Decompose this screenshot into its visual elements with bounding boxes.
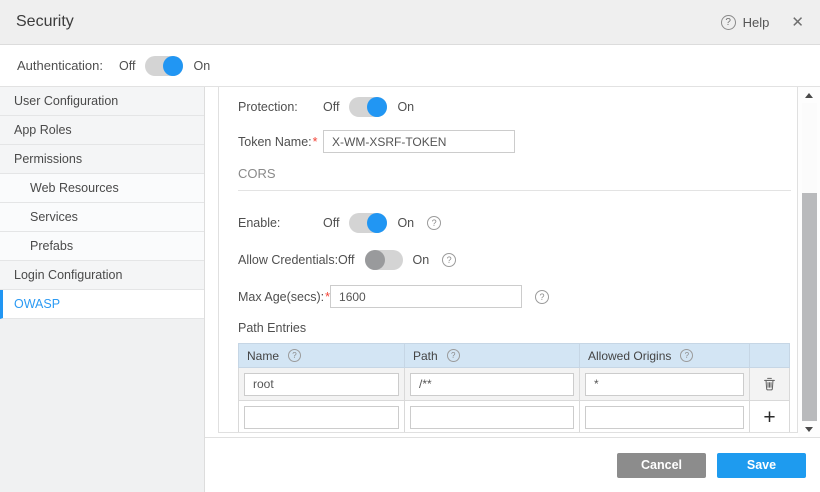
protection-row: Protection: Off On [238,97,797,117]
path-entries-table: Name? Path? Allowed Origins? [238,343,790,433]
help-icon: ? [721,15,736,30]
enable-help-icon[interactable]: ? [427,216,441,230]
sidebar-item-owasp[interactable]: OWASP [0,290,204,319]
protection-on-label: On [397,100,414,114]
cors-section-heading: CORS [238,166,797,181]
row1-path-input[interactable] [410,373,574,396]
authentication-off-label: Off [119,59,135,73]
sidebar-item-user-configuration[interactable]: User Configuration [0,87,204,116]
sidebar: User Configuration App Roles Permissions… [0,87,205,492]
allow-credentials-help-icon[interactable]: ? [442,253,456,267]
token-name-label: Token Name:* [238,135,323,149]
enable-off-label: Off [323,216,339,230]
allow-credentials-label: Allow Credentials: [238,253,338,267]
toggle-knob [367,213,387,233]
row1-name-input[interactable] [244,373,399,396]
owasp-settings-panel: Protection: Off On Token Name:* CORS [218,87,798,433]
dialog-body: User Configuration App Roles Permissions… [0,87,820,492]
main-column: Protection: Off On Token Name:* CORS [205,87,820,492]
authentication-toggle[interactable] [145,56,183,76]
sidebar-item-login-configuration[interactable]: Login Configuration [0,261,204,290]
scrollbar-thumb[interactable] [802,193,817,421]
toggle-knob [367,97,387,117]
delete-row-button[interactable] [758,372,782,396]
column-header-name: Name? [239,344,405,368]
table-row: + [239,401,790,434]
max-age-input[interactable] [330,285,522,308]
security-dialog: Security ? Help ✕ Authentication: Off On… [0,0,820,492]
max-age-help-icon[interactable]: ? [535,290,549,304]
enable-row: Enable: Off On ? [238,213,797,233]
protection-off-label: Off [323,100,339,114]
column-header-path: Path? [405,344,580,368]
scroll-down-arrow-icon[interactable] [805,427,813,432]
dialog-footer: Cancel Save [205,437,820,492]
row1-allowed-origins-input[interactable] [585,373,744,396]
table-row [239,368,790,401]
content-row: Protection: Off On Token Name:* CORS [205,87,820,437]
toggle-knob [163,56,183,76]
sidebar-item-web-resources[interactable]: Web Resources [0,174,204,203]
protection-toggle[interactable] [349,97,387,117]
path-help-icon[interactable]: ? [447,349,460,362]
enable-label: Enable: [238,216,323,230]
authentication-on-label: On [193,59,210,73]
required-asterisk: * [313,135,318,149]
row2-path-input[interactable] [410,406,574,429]
authentication-label: Authentication: [17,58,103,73]
allowed-origins-help-icon[interactable]: ? [680,349,693,362]
cancel-button[interactable]: Cancel [617,453,706,478]
max-age-row: Max Age(secs):* ? [238,285,797,308]
sidebar-item-permissions[interactable]: Permissions [0,145,204,174]
enable-on-label: On [397,216,414,230]
toggle-knob [365,250,385,270]
column-header-allowed-origins: Allowed Origins? [580,344,750,368]
close-icon[interactable]: ✕ [791,13,804,31]
cors-divider [238,190,791,191]
help-label: Help [743,15,770,30]
scroll-up-arrow-icon[interactable] [805,93,813,98]
max-age-label: Max Age(secs):* [238,290,330,304]
name-help-icon[interactable]: ? [288,349,301,362]
allow-credentials-off-label: Off [338,253,354,267]
token-name-input[interactable] [323,130,515,153]
allow-credentials-toggle-group: Off On [338,250,429,270]
dialog-header: Security ? Help ✕ [0,0,820,45]
table-header-row: Name? Path? Allowed Origins? [239,344,790,368]
row2-name-input[interactable] [244,406,399,429]
sidebar-item-services[interactable]: Services [0,203,204,232]
vertical-scrollbar[interactable] [798,87,820,437]
header-actions: ? Help ✕ [721,13,804,31]
row2-allowed-origins-input[interactable] [585,406,744,429]
plus-icon: + [763,407,775,428]
authentication-bar: Authentication: Off On [0,45,820,87]
add-row-button[interactable]: + [758,405,782,429]
save-button[interactable]: Save [717,453,806,478]
allow-credentials-row: Allow Credentials: Off On ? [238,250,797,270]
allow-credentials-toggle[interactable] [365,250,403,270]
allow-credentials-on-label: On [413,253,430,267]
enable-toggle-group: Off On [323,213,414,233]
sidebar-item-prefabs[interactable]: Prefabs [0,232,204,261]
path-entries-label: Path Entries [238,321,797,335]
token-name-row: Token Name:* [238,130,797,153]
protection-label: Protection: [238,100,323,114]
protection-toggle-group: Off On [323,97,414,117]
column-header-actions [750,344,790,368]
page-title: Security [16,13,74,31]
scrollbar-track[interactable] [802,103,817,422]
help-button[interactable]: ? Help [721,15,770,30]
sidebar-item-app-roles[interactable]: App Roles [0,116,204,145]
authentication-toggle-group: Off On [119,56,210,76]
enable-toggle[interactable] [349,213,387,233]
trash-icon [762,376,777,392]
